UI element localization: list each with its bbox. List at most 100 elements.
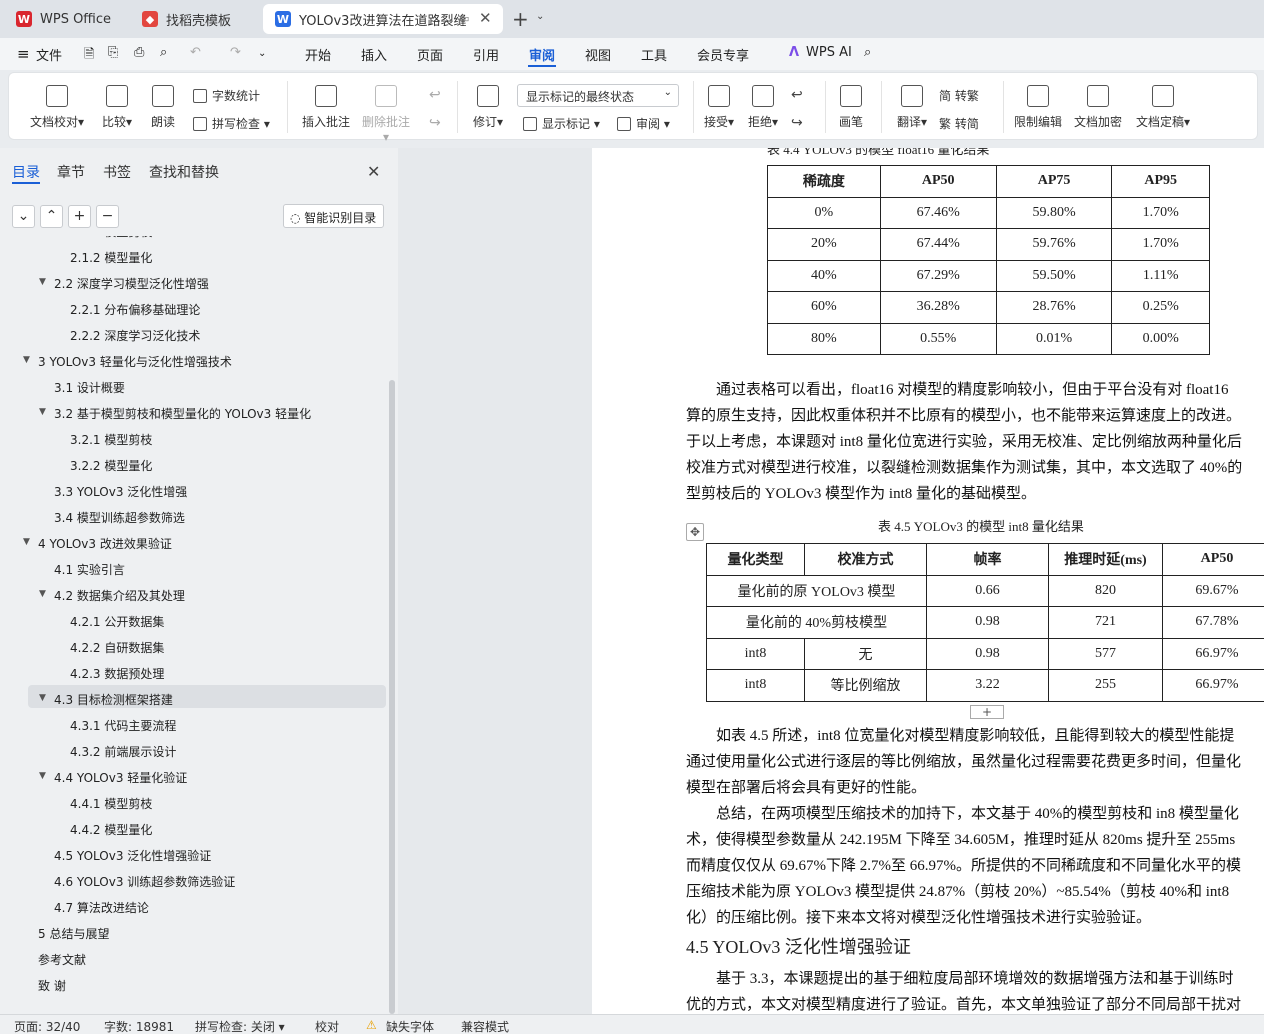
toc-expand-triangle-icon[interactable]: ▼: [39, 589, 46, 599]
panel-tab-chapter[interactable]: 章节: [57, 162, 85, 182]
word-count-status[interactable]: 字数: 18981: [104, 1018, 174, 1034]
panel-tab-bookmark[interactable]: 书签: [103, 162, 131, 182]
pen-button[interactable]: 画笔: [835, 85, 867, 130]
menu-page[interactable]: 页面: [417, 45, 443, 64]
more-chevron-icon[interactable]: ⌄: [258, 48, 266, 59]
menu-wps-ai[interactable]: WPS AI: [806, 45, 852, 60]
menu-view[interactable]: 视图: [585, 45, 611, 64]
toc-item[interactable]: 4.4.2 模型量化: [70, 821, 152, 838]
toc-item[interactable]: 3.2.2 模型量化: [70, 457, 152, 474]
trad-to-simp-button[interactable]: 繁 转简: [939, 115, 979, 132]
panel-tab-find-replace[interactable]: 查找和替换: [149, 162, 219, 182]
table-move-handle-icon[interactable]: ✥: [686, 523, 704, 541]
menu-tools[interactable]: 工具: [641, 45, 667, 64]
compat-mode-status[interactable]: 兼容模式: [461, 1018, 509, 1034]
toc-item[interactable]: 4.1 实验引言: [54, 561, 125, 578]
prev-comment-icon[interactable]: ↩: [429, 87, 441, 103]
toc-item[interactable]: 3.3 YOLOv3 泛化性增强: [54, 483, 187, 500]
show-markup-button[interactable]: 显示标记 ▾: [523, 115, 600, 132]
menu-file[interactable]: 文件: [36, 45, 62, 64]
document-page[interactable]: 表 4.4 YOLOv3 的模型 float16 量化结果 稀疏度 AP50 A…: [592, 148, 1264, 1014]
toc-item[interactable]: 4.3 目标检测框架搭建: [54, 691, 173, 708]
toc-item[interactable]: 3.2 基于模型剪枝和模型量化的 YOLOv3 轻量化: [54, 405, 311, 422]
toc-item[interactable]: 2.2 深度学习模型泛化性增强: [54, 275, 209, 292]
spell-check-button[interactable]: 拼写检查 ▾: [193, 115, 270, 132]
restrict-edit-button[interactable]: 限制编辑: [1011, 85, 1065, 130]
new-tab-icon[interactable]: +: [512, 7, 529, 31]
proofread-status[interactable]: 校对: [315, 1018, 339, 1034]
toc-item[interactable]: 4.7 算法改进结论: [54, 899, 149, 916]
doc-check-button[interactable]: 文档校对▾: [27, 85, 87, 130]
table-int8-results[interactable]: 量化类型 校准方式 帧率 推理时延(ms) AP50 量化前的原 YOLOv3 …: [706, 543, 1264, 702]
toc-item[interactable]: 2.2.2 深度学习泛化技术: [70, 327, 200, 344]
toc-expand-triangle-icon[interactable]: ▼: [39, 771, 46, 781]
markup-state-select[interactable]: 显示标记的最终状态 ⌄: [517, 84, 679, 107]
remove-heading-icon[interactable]: −: [96, 205, 119, 228]
doc-finalize-button[interactable]: 文档定稿▾: [1131, 85, 1195, 130]
chevron-down-icon[interactable]: ⌄: [536, 11, 544, 22]
toc-item[interactable]: 4.3.1 代码主要流程: [70, 717, 176, 734]
search-icon[interactable]: ⌕: [864, 45, 871, 60]
print-preview-icon[interactable]: ⌕: [160, 45, 167, 60]
toc-item[interactable]: 2.1.2 模型量化: [70, 249, 152, 266]
hamburger-icon[interactable]: ≡: [17, 45, 30, 63]
toc-item[interactable]: 4.3.2 前端展示设计: [70, 743, 176, 760]
print-icon[interactable]: ⎙: [134, 45, 144, 60]
next-revision-icon[interactable]: ↪: [791, 115, 803, 131]
menu-insert[interactable]: 插入: [361, 45, 387, 64]
toc-item[interactable]: 参考文献: [38, 951, 86, 968]
menu-reference[interactable]: 引用: [473, 45, 499, 64]
toc-expand-triangle-icon[interactable]: ▼: [39, 277, 46, 287]
panel-tab-toc[interactable]: 目录: [12, 162, 40, 182]
add-table-row-icon[interactable]: +: [970, 705, 1004, 719]
toc-expand-triangle-icon[interactable]: ▼: [39, 407, 46, 417]
toc-item[interactable]: 4.5 YOLOv3 泛化性增强验证: [54, 847, 211, 864]
save-icon[interactable]: 🗎: [84, 45, 94, 67]
toc-expand-triangle-icon[interactable]: ▼: [23, 537, 30, 547]
read-aloud-button[interactable]: 朗读: [147, 85, 179, 130]
toc-item[interactable]: 致 谢: [38, 977, 66, 994]
toc-item[interactable]: 2.1.1 模型剪枝: [70, 236, 152, 240]
toc-item[interactable]: 4.2.3 数据预处理: [70, 665, 164, 682]
redo-icon[interactable]: ↷: [230, 45, 241, 60]
toc-item[interactable]: 4 YOLOv3 改进效果验证: [38, 535, 172, 552]
reject-button[interactable]: 拒绝▾: [743, 85, 783, 130]
insert-comment-button[interactable]: 插入批注: [299, 85, 353, 130]
toc-scrollbar[interactable]: [389, 380, 395, 1014]
toc-item[interactable]: 2.2.1 分布偏移基础理论: [70, 301, 200, 318]
toc-item[interactable]: 4.6 YOLOv3 训练超参数筛选验证: [54, 873, 235, 890]
collapse-all-icon[interactable]: ⌄: [12, 205, 35, 228]
toc-expand-triangle-icon[interactable]: ▼: [39, 693, 46, 703]
menu-start[interactable]: 开始: [305, 45, 331, 64]
simp-to-trad-button[interactable]: 简 转繁: [939, 87, 979, 104]
toc-item[interactable]: 4.4.1 模型剪枝: [70, 795, 152, 812]
table-float16-results[interactable]: 稀疏度 AP50 AP75 AP95 0% 67.46% 59.80% 1.70% 2…: [767, 165, 1210, 355]
smart-toc-button[interactable]: ◌ 智能识别目录: [283, 204, 384, 228]
doc-encrypt-button[interactable]: 文档加密: [1071, 85, 1125, 130]
close-panel-icon[interactable]: ✕: [367, 162, 380, 181]
review-pane-button[interactable]: 审阅 ▾: [617, 115, 670, 132]
next-comment-icon[interactable]: ↪: [429, 115, 441, 131]
tab-wps-office[interactable]: W WPS Office: [4, 4, 124, 34]
tab-document[interactable]: W YOLOv3改进算法在道路裂缝 ▭ ✕: [263, 4, 503, 34]
toc-item[interactable]: 3 YOLOv3 轻量化与泛化性增强技术: [38, 353, 232, 370]
tab-template[interactable]: ◆ 找稻壳模板: [130, 4, 258, 34]
toc-item[interactable]: 4.2.1 公开数据集: [70, 613, 164, 630]
toc-item[interactable]: 4.2 数据集介绍及其处理: [54, 587, 185, 604]
word-count-button[interactable]: 字数统计: [193, 87, 260, 104]
toc-expand-triangle-icon[interactable]: ▼: [23, 355, 30, 365]
menu-member[interactable]: 会员专享: [697, 45, 749, 64]
toc-item[interactable]: 3.2.1 模型剪枝: [70, 431, 152, 448]
revise-button[interactable]: 修订▾: [467, 85, 509, 130]
accept-button[interactable]: 接受▾: [699, 85, 739, 130]
toc-item[interactable]: 4.4 YOLOv3 轻量化验证: [54, 769, 187, 786]
close-tab-icon[interactable]: ✕: [479, 9, 492, 27]
expand-up-icon[interactable]: ⌃: [40, 205, 63, 228]
translate-button[interactable]: 翻译▾: [891, 85, 933, 130]
toc-item[interactable]: 3.1 设计概要: [54, 379, 125, 396]
wps-ai-icon[interactable]: ᐱ: [789, 45, 799, 60]
add-heading-icon[interactable]: +: [68, 205, 91, 228]
delete-comment-button[interactable]: 删除批注▾: [359, 85, 413, 144]
compare-button[interactable]: 比较▾: [95, 85, 139, 130]
export-icon[interactable]: ⎘: [108, 45, 118, 60]
